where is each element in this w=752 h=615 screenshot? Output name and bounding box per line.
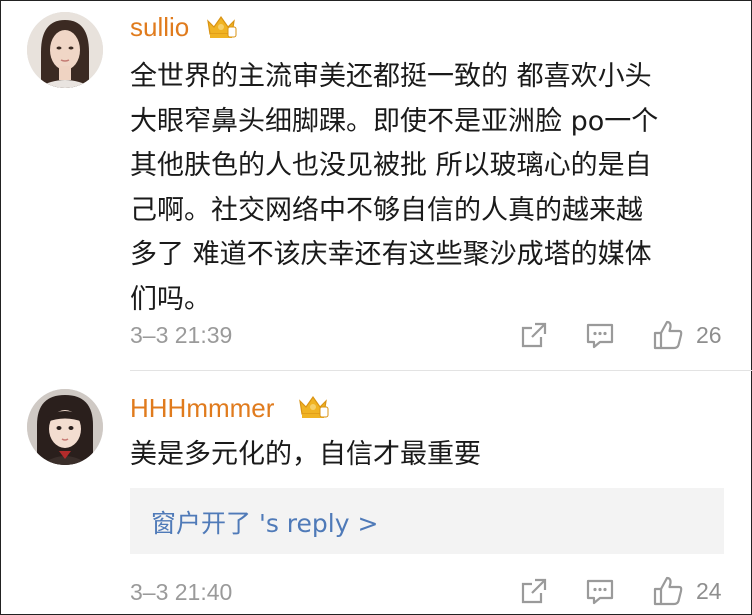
share-icon <box>521 322 547 348</box>
share-icon <box>521 578 547 604</box>
like-count: 26 <box>696 321 722 348</box>
like-count: 24 <box>696 577 722 604</box>
comment-text: 全世界的主流审美还都挺一致的 都喜欢小头 大眼窄鼻头细脚踝。即使不是亚洲脸 po… <box>130 55 730 322</box>
thumbs-up-icon <box>653 320 683 350</box>
comment-item: sullio 全世界的主流审美还都挺一致的 都喜欢小头 大眼窄鼻头细脚踝。即使不… <box>0 0 752 370</box>
avatar[interactable] <box>27 12 103 88</box>
comment-timestamp: 3–3 21:39 <box>130 322 233 348</box>
like-button[interactable]: 24 <box>652 574 722 608</box>
comment-button[interactable] <box>585 574 615 608</box>
comment-username[interactable]: HHHmmmer <box>130 393 274 423</box>
reply-preview-box[interactable]: 窗户开了 's reply > <box>130 488 724 554</box>
like-button[interactable]: 26 <box>652 318 722 352</box>
comment-timestamp: 3–3 21:40 <box>130 579 233 605</box>
avatar[interactable] <box>27 389 103 465</box>
comment-text-line: 多了 难道不该庆幸还有这些聚沙成塔的媒体 <box>130 239 652 270</box>
thumbs-up-icon <box>653 576 683 606</box>
comment-text-line: 己啊。社交网络中不够自信的人真的越来越 <box>130 194 643 226</box>
comment-text-line: 全世界的主流审美还都挺一致的 都喜欢小头 <box>130 61 652 92</box>
comment-button[interactable] <box>585 318 615 352</box>
share-button[interactable] <box>519 318 549 352</box>
comment-text-line: 大眼窄鼻头细脚踝。即使不是亚洲脸 po一个 <box>130 105 659 137</box>
view-replies-link[interactable]: 窗户开了 's reply > <box>151 504 378 540</box>
comment-text-line: 们吗。 <box>130 283 211 315</box>
crown-badge-icon <box>299 395 329 418</box>
comment-icon <box>586 579 614 605</box>
comment-item: HHHmmmer 美是多元化的，自信才最重要 窗户开了 's reply > 3… <box>0 371 752 615</box>
comment-text-line: 其他肤色的人也没见被批 所以玻璃心的是自 <box>130 150 652 181</box>
comment-icon <box>586 323 614 349</box>
comment-text: 美是多元化的，自信才最重要 <box>130 433 730 478</box>
comment-username[interactable]: sullio <box>130 12 189 42</box>
comment-text-line: 美是多元化的，自信才最重要 <box>130 439 481 470</box>
share-button[interactable] <box>519 574 549 608</box>
crown-badge-icon <box>207 15 237 38</box>
